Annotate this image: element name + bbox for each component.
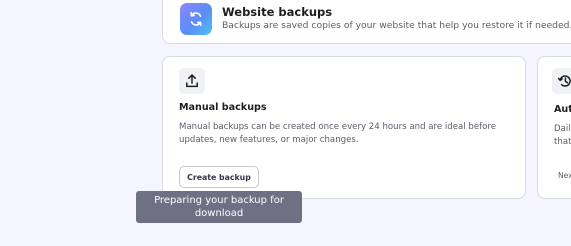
auto-backups-description-line: Daily bbox=[554, 124, 571, 134]
history-icon bbox=[552, 68, 571, 94]
upload-icon bbox=[179, 68, 205, 94]
backup-tooltip: Preparing your backup for download bbox=[136, 191, 302, 223]
refresh-arrows-icon bbox=[190, 12, 202, 26]
backups-page: Website backups Backups are saved copies… bbox=[0, 0, 571, 246]
website-backups-description: Backups are saved copies of your website… bbox=[222, 20, 571, 31]
manual-backups-card: Manual backups Manual backups can be cre… bbox=[162, 56, 526, 199]
auto-backups-description-line: that bbox=[554, 137, 571, 147]
backup-restore-icon bbox=[180, 3, 212, 35]
manual-backups-title: Manual backups bbox=[179, 102, 267, 113]
auto-backups-description: Daily that bbox=[554, 123, 571, 149]
website-backups-header: Website backups Backups are saved copies… bbox=[162, 0, 571, 44]
create-backup-button[interactable]: Create backup bbox=[179, 166, 259, 188]
auto-backups-card: Aut Daily that Nex bbox=[537, 56, 571, 199]
website-backups-title: Website backups bbox=[222, 5, 333, 19]
auto-backups-next: Nex bbox=[558, 171, 571, 180]
manual-backups-description: Manual backups can be created once every… bbox=[179, 122, 497, 145]
auto-backups-title: Aut bbox=[554, 104, 571, 115]
